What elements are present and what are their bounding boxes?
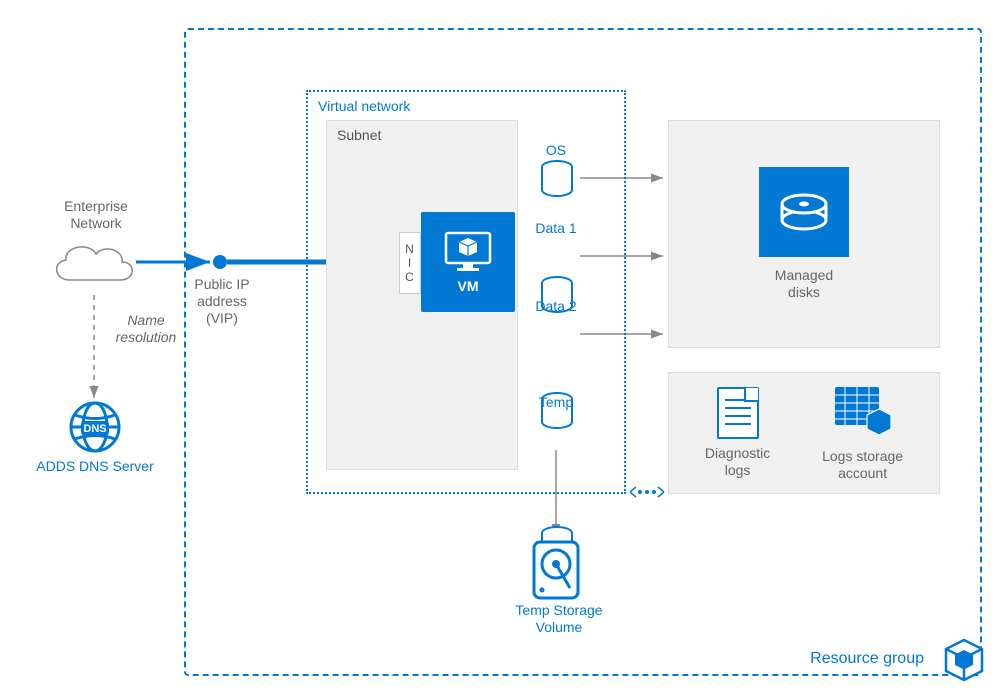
- disk-os-icon: [540, 160, 574, 198]
- dns-badge-text: DNS: [83, 423, 106, 435]
- disk-temp-label: Temp: [526, 394, 586, 411]
- disk-os-label: OS: [530, 142, 582, 159]
- vm-monitor-icon: [443, 230, 493, 274]
- temp-storage-icon: [530, 540, 582, 600]
- logs-storage-icon: [833, 385, 893, 442]
- diagnostic-logs-label: Diagnostic logs: [705, 445, 770, 479]
- enterprise-network-label: Enterprise Network: [46, 198, 146, 232]
- resource-group-cube-icon: [940, 636, 988, 684]
- logs-box: Diagnostic logs Logs storage account: [668, 372, 940, 494]
- resource-group-label: Resource group: [810, 650, 924, 668]
- vm-label: VM: [458, 278, 479, 294]
- vm-box: N I C VM: [421, 212, 515, 312]
- temp-storage-label: Temp Storage Volume: [504, 602, 614, 636]
- managed-disks-label: Managed disks: [775, 267, 833, 301]
- virtual-network-label: Virtual network: [318, 98, 410, 114]
- name-resolution-label: Name resolution: [106, 312, 186, 346]
- managed-disks-box: Managed disks: [668, 120, 940, 348]
- subnet-label: Subnet: [337, 127, 381, 143]
- disk-data2-label: Data 2: [526, 298, 586, 315]
- dns-server-label: ADDS DNS Server: [30, 458, 160, 475]
- logs-storage-label: Logs storage account: [822, 448, 903, 482]
- diagnostic-logs-icon: [717, 387, 759, 439]
- nic-label: N I C: [405, 242, 415, 284]
- dns-globe-icon: DNS: [68, 400, 122, 454]
- nic-tab: N I C: [399, 232, 421, 294]
- managed-disks-icon: [759, 167, 849, 257]
- disk-data1-label: Data 1: [526, 220, 586, 237]
- enterprise-cloud-icon: [46, 238, 138, 290]
